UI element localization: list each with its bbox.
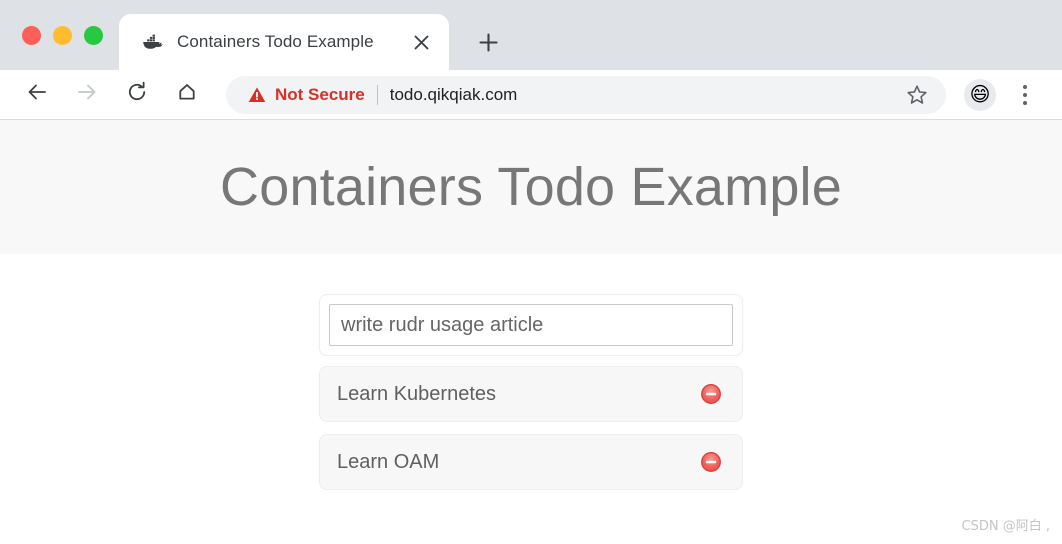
menu-dot [1023, 100, 1027, 105]
arrow-right-icon [76, 81, 98, 108]
todo-list-item[interactable]: Learn Kubernetes [319, 366, 743, 422]
remove-circle-icon[interactable] [700, 383, 722, 405]
window-controls [0, 0, 119, 70]
new-tab-button[interactable] [467, 21, 509, 63]
todo-item-label: Learn Kubernetes [337, 382, 497, 405]
todo-list-item[interactable]: Learn OAM [319, 434, 743, 490]
back-button[interactable] [18, 76, 56, 114]
window-close-button[interactable] [22, 25, 41, 45]
omnibox-divider [376, 84, 378, 105]
window-minimize-button[interactable] [53, 25, 72, 45]
warning-triangle-icon [248, 86, 266, 104]
browser-chrome: Containers Todo Example Not Secure todo.… [0, 0, 1062, 120]
profile-avatar[interactable]: 😄 [964, 78, 996, 111]
page-title: Containers Todo Example [220, 157, 842, 217]
reload-button[interactable] [118, 76, 156, 114]
arrow-left-icon [26, 81, 48, 108]
tab-strip: Containers Todo Example [0, 0, 1062, 70]
menu-dot [1023, 92, 1027, 97]
tab-title: Containers Todo Example [177, 32, 374, 51]
reload-icon [126, 81, 148, 108]
three-dots-vertical-icon[interactable] [1010, 78, 1040, 112]
star-outline-icon[interactable] [900, 78, 934, 112]
browser-tab-active[interactable]: Containers Todo Example [119, 14, 449, 70]
home-icon [176, 81, 198, 108]
watermark: CSDN @阿白 , [961, 519, 1050, 534]
close-icon[interactable] [407, 28, 435, 56]
remove-circle-icon[interactable] [700, 451, 722, 473]
docker-whale-icon [139, 29, 165, 55]
home-button[interactable] [168, 76, 206, 114]
new-todo-card [319, 294, 743, 356]
browser-toolbar: Not Secure todo.qikqiak.com 😄 [0, 70, 1062, 120]
address-bar[interactable]: Not Secure todo.qikqiak.com [226, 75, 946, 114]
page-header-band: Containers Todo Example [0, 120, 1062, 254]
window-maximize-button[interactable] [84, 25, 103, 45]
url-text: todo.qikqiak.com [389, 84, 518, 104]
page-content: Containers Todo Example Learn Kubernetes [0, 120, 1062, 544]
menu-dot [1023, 84, 1027, 89]
forward-button [68, 76, 106, 114]
todo-app: Learn Kubernetes Learn OAM [319, 294, 743, 490]
todo-item-label: Learn OAM [337, 450, 440, 473]
security-status-label: Not Secure [275, 84, 365, 104]
new-todo-input[interactable] [329, 304, 733, 346]
